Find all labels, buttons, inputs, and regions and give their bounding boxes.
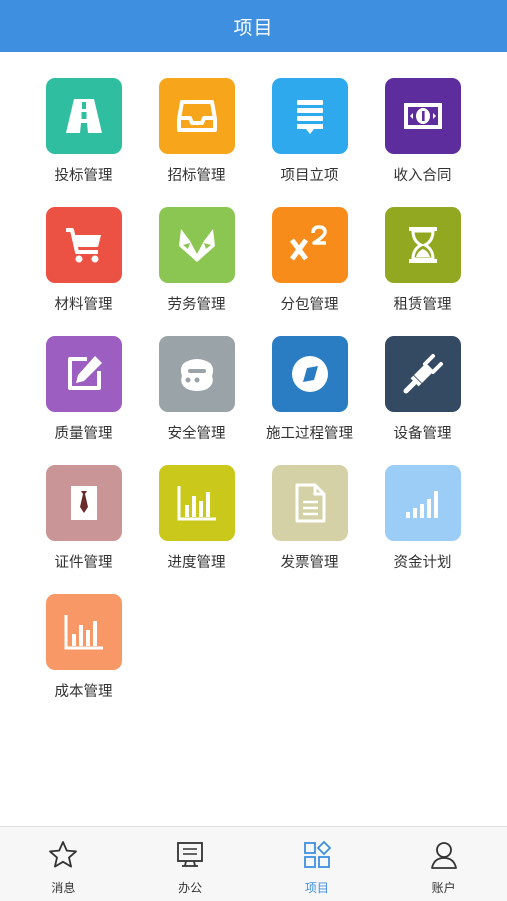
signal-icon	[384, 465, 461, 541]
module-label: 安全管理	[167, 426, 226, 442]
tab-star[interactable]: 消息	[0, 827, 127, 901]
module-label: 分包管理	[280, 297, 339, 313]
module-label: 发票管理	[280, 555, 339, 571]
monitor-icon	[174, 839, 206, 875]
module-tile[interactable]: 投标管理	[27, 78, 140, 207]
apps-icon	[301, 839, 333, 875]
module-label: 招标管理	[167, 168, 226, 184]
hourglass-icon	[384, 207, 461, 283]
road-icon	[45, 78, 122, 154]
tab-label: 账户	[431, 881, 456, 895]
module-label: 设备管理	[393, 426, 452, 442]
module-tile[interactable]: 发票管理	[253, 465, 366, 594]
message-list-icon	[271, 78, 348, 154]
module-label: 项目立项	[280, 168, 339, 184]
module-tile[interactable]: 租赁管理	[366, 207, 479, 336]
module-label: 劳务管理	[167, 297, 226, 313]
app-header: 项目	[0, 0, 507, 52]
module-tile[interactable]: 设备管理	[366, 336, 479, 465]
page-title: 项目	[233, 16, 274, 39]
document-icon	[271, 465, 348, 541]
module-tile[interactable]: 项目立项	[253, 78, 366, 207]
id-card-icon	[45, 465, 122, 541]
tab-label: 项目	[304, 881, 329, 895]
money-icon	[384, 78, 461, 154]
module-tile[interactable]: 进度管理	[140, 465, 253, 594]
superscript-icon	[271, 207, 348, 283]
module-tile[interactable]: 招标管理	[140, 78, 253, 207]
bar-chart-icon	[158, 465, 235, 541]
module-tile[interactable]: 劳务管理	[140, 207, 253, 336]
module-label: 租赁管理	[393, 297, 452, 313]
tab-label: 消息	[51, 881, 76, 895]
plug-icon	[384, 336, 461, 412]
module-tile[interactable]: 分包管理	[253, 207, 366, 336]
module-tile[interactable]: 收入合同	[366, 78, 479, 207]
module-tile[interactable]: 资金计划	[366, 465, 479, 594]
module-tile[interactable]: 质量管理	[27, 336, 140, 465]
module-tile[interactable]: 证件管理	[27, 465, 140, 594]
bar-chart-icon	[45, 594, 122, 670]
module-label: 收入合同	[393, 168, 452, 184]
inbox-icon	[158, 78, 235, 154]
module-tile[interactable]: 安全管理	[140, 336, 253, 465]
tab-monitor[interactable]: 办公	[127, 827, 254, 901]
compass-icon	[271, 336, 348, 412]
module-grid: 投标管理 招标管理 项目立项 收入合同材料管理 劳务管理 分包管理 租赁管理质量管理 安全管理…	[27, 78, 480, 723]
module-label: 投标管理	[54, 168, 113, 184]
module-label: 材料管理	[54, 297, 113, 313]
tab-user[interactable]: 账户	[380, 827, 507, 901]
fox-icon	[158, 207, 235, 283]
user-icon	[428, 839, 460, 875]
tab-apps[interactable]: 项目	[254, 827, 381, 901]
module-label: 资金计划	[393, 555, 452, 571]
module-label: 成本管理	[54, 684, 113, 700]
edit-icon	[45, 336, 122, 412]
module-tile[interactable]: 成本管理	[27, 594, 140, 723]
module-label: 证件管理	[54, 555, 113, 571]
cart-icon	[45, 207, 122, 283]
bottom-tab-bar: 消息 办公 项目 账户	[0, 826, 507, 901]
module-tile[interactable]: 材料管理	[27, 207, 140, 336]
module-label: 进度管理	[167, 555, 226, 571]
star-icon	[47, 839, 79, 875]
chat-bot-icon	[158, 336, 235, 412]
module-label: 施工过程管理	[266, 426, 353, 442]
tab-label: 办公	[178, 881, 203, 895]
module-label: 质量管理	[54, 426, 113, 442]
module-tile[interactable]: 施工过程管理	[253, 336, 366, 465]
